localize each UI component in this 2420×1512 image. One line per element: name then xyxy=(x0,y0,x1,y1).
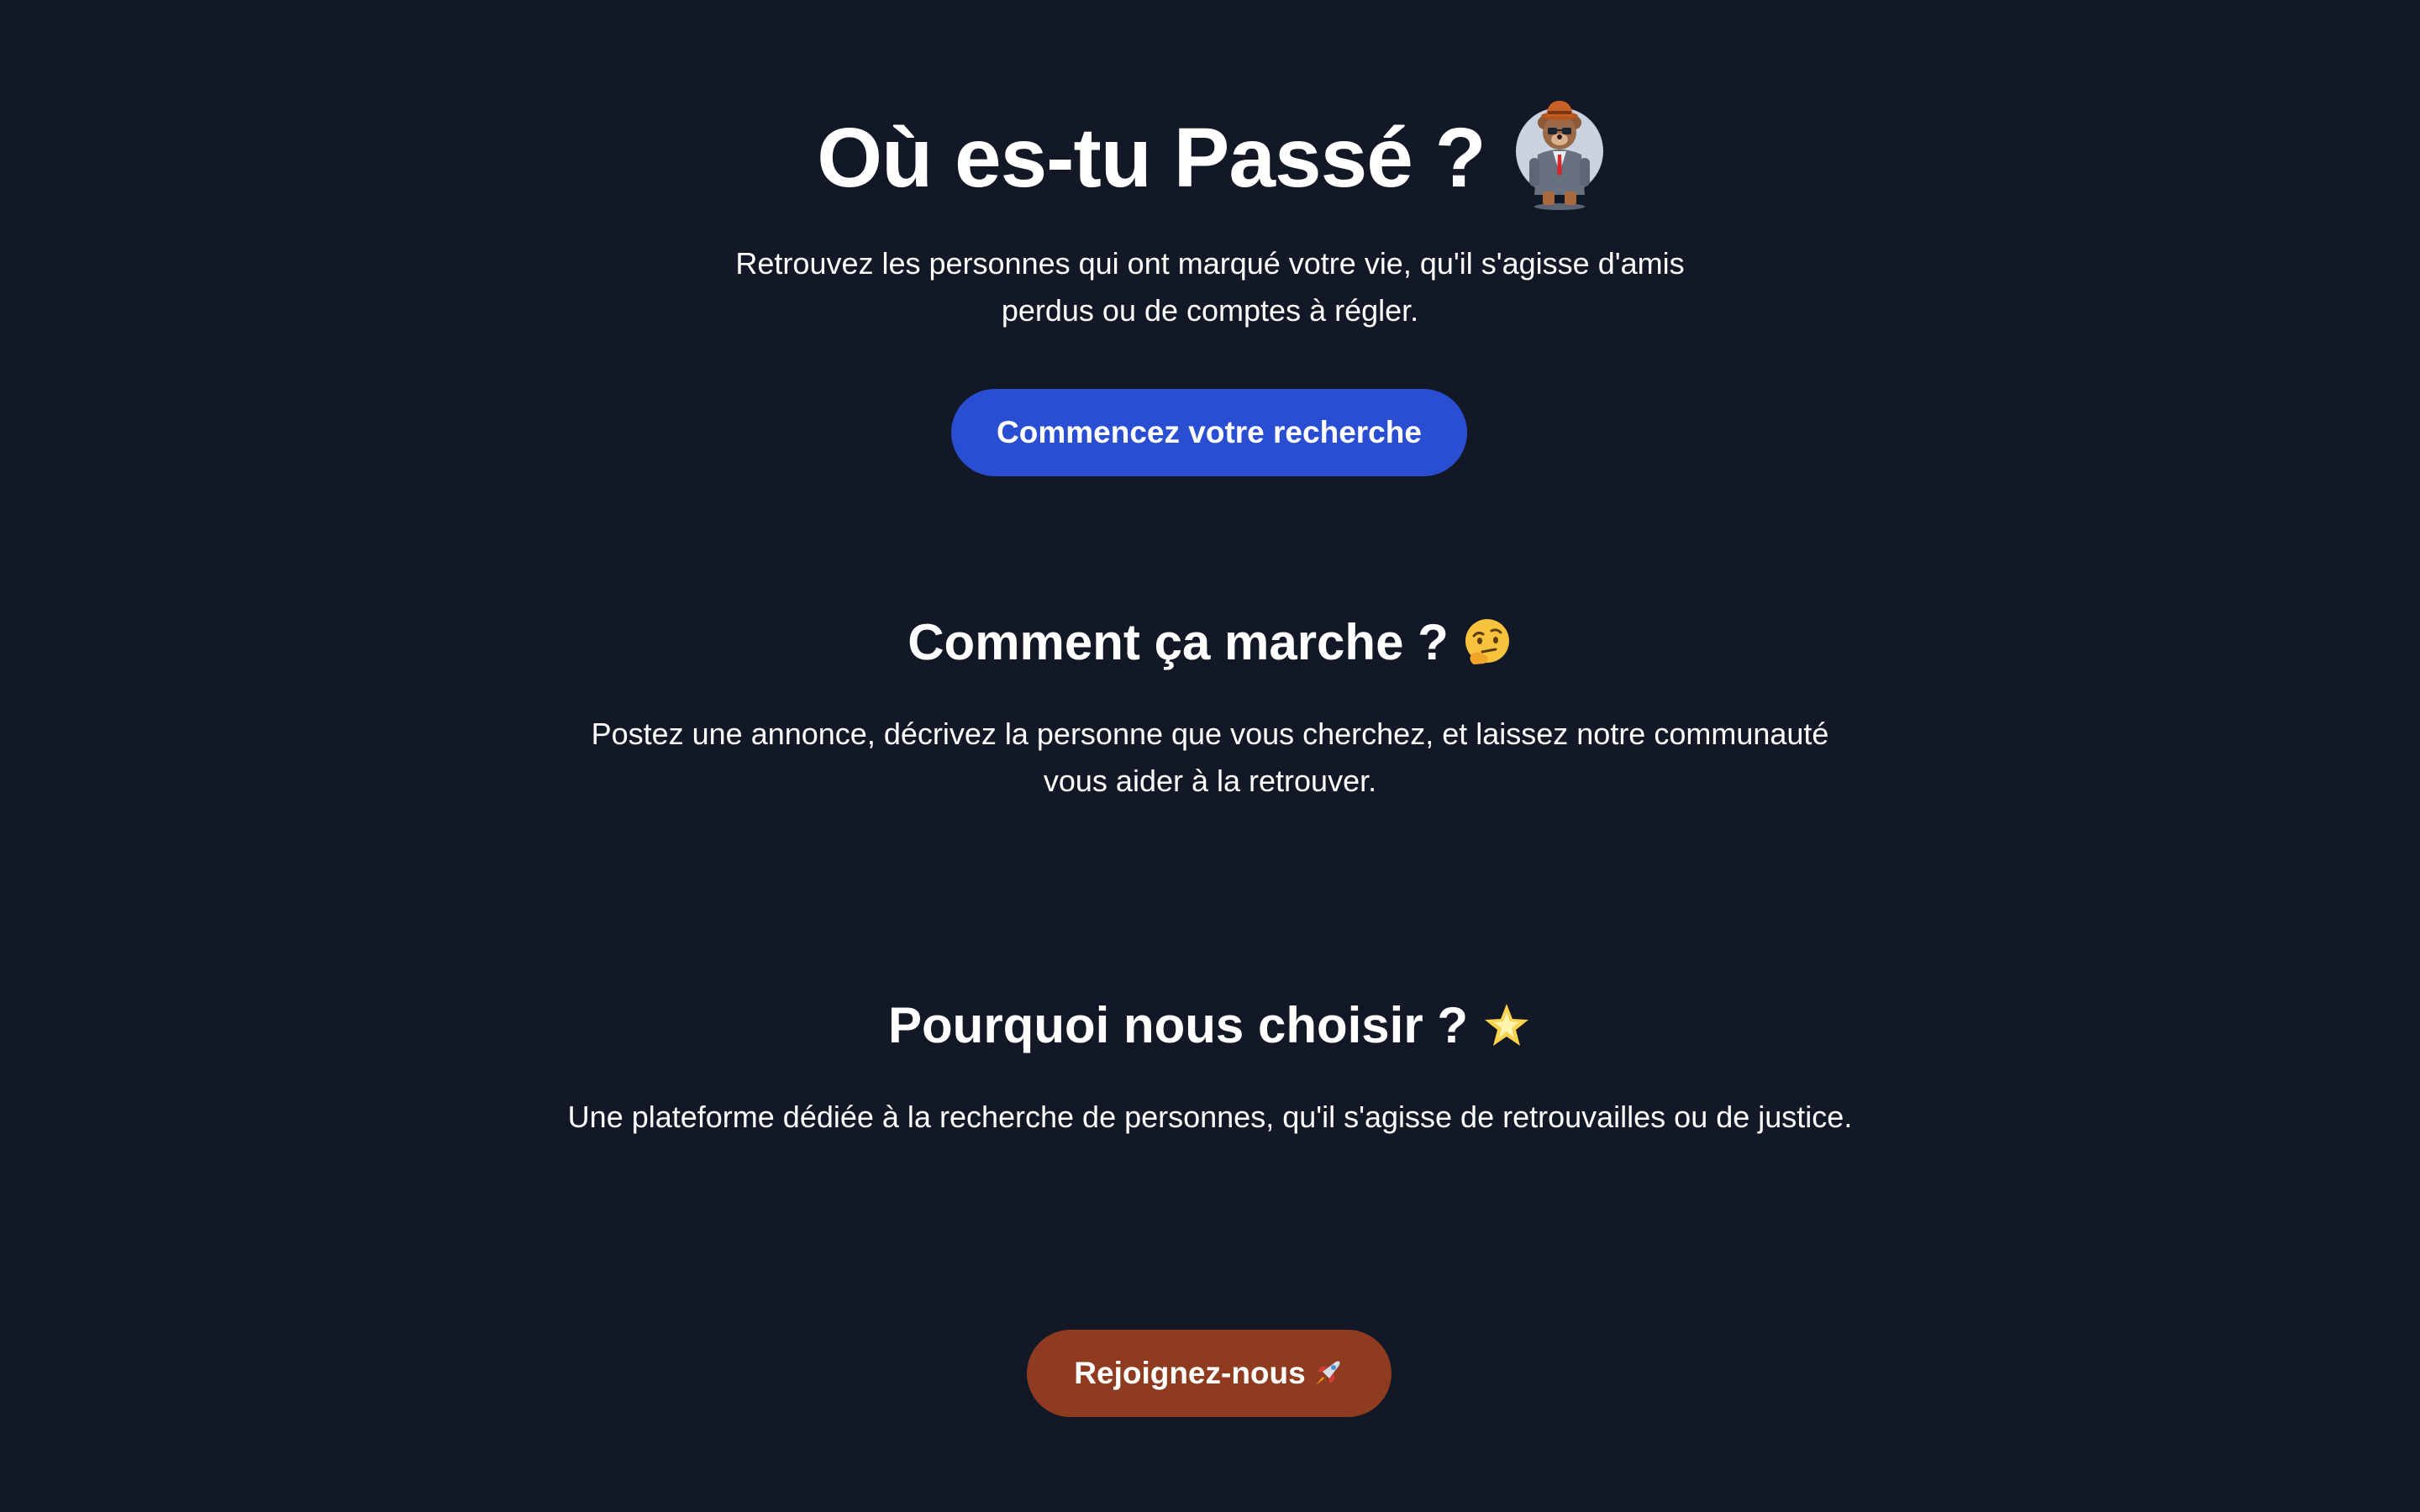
why-choose-us-description: Une plateforme dédiée à la recherche de … xyxy=(567,1100,1853,1134)
hero-header: Où es-tu Passé ? xyxy=(0,99,2420,217)
hero-subtitle-line-2: perdus ou de comptes à régler. xyxy=(1001,293,1419,328)
how-it-works-description: Postez une annonce, décrivez la personne… xyxy=(0,711,2420,805)
thinking-face-icon xyxy=(1465,619,1509,664)
bear-detective-icon xyxy=(1515,101,1603,210)
start-search-button[interactable]: Commencez votre recherche xyxy=(951,389,1467,476)
page-title: Où es-tu Passé ? xyxy=(817,111,1486,205)
how-it-works-line-2: vous aider à la retrouver. xyxy=(1043,764,1377,798)
why-choose-us-title: Pourquoi nous choisir ? xyxy=(888,997,1468,1053)
hero-subtitle-line-1: Retrouvez les personnes qui ont marqué v… xyxy=(735,246,1685,281)
glowing-star-icon xyxy=(1485,1004,1528,1046)
join-us-label: Rejoignez-nous xyxy=(1074,1356,1306,1390)
why-choose-us-heading: Pourquoi nous choisir ? xyxy=(0,996,2420,1055)
hero-subtitle: Retrouvez les personnes qui ont marqué v… xyxy=(0,240,2420,334)
join-us-button[interactable]: Rejoignez-nous xyxy=(1027,1330,1392,1417)
rocket-icon xyxy=(1315,1361,1340,1385)
how-it-works-heading: Comment ça marche ? xyxy=(0,613,2420,672)
how-it-works-line-1: Postez une annonce, décrivez la personne… xyxy=(591,717,1829,751)
how-it-works-title: Comment ça marche ? xyxy=(908,614,1449,670)
